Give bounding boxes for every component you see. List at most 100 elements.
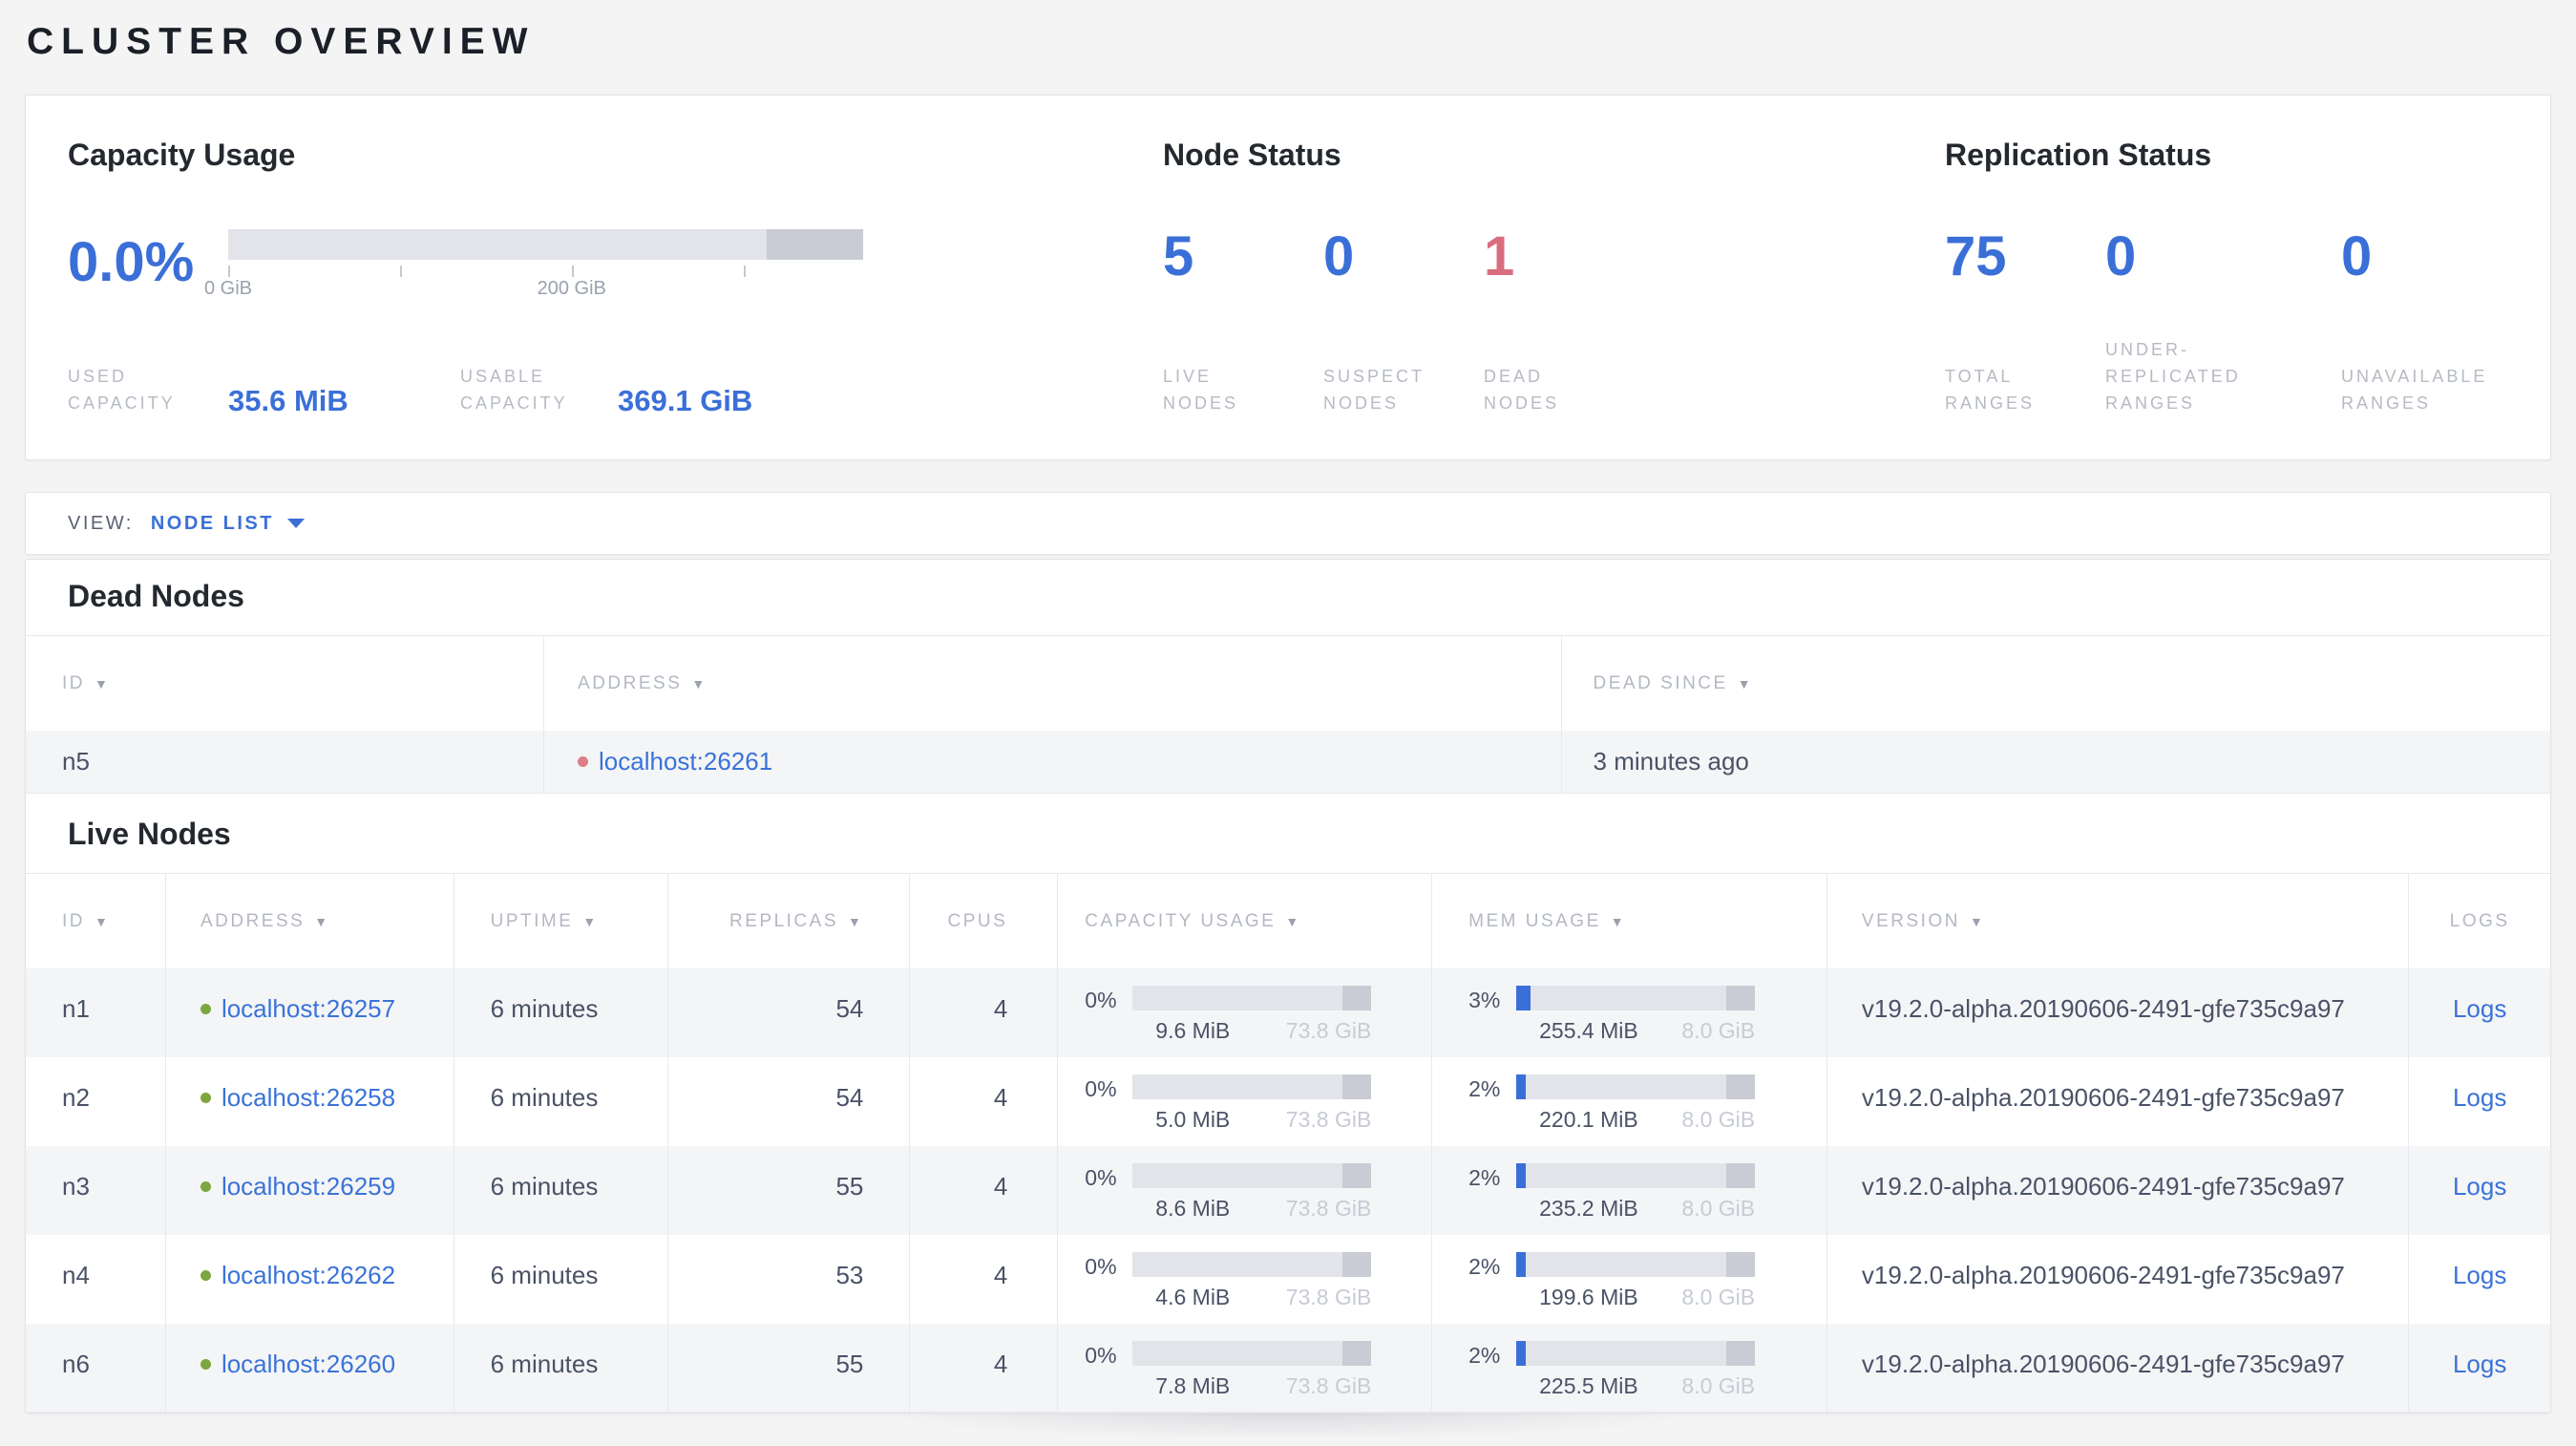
view-dropdown[interactable]: NODE LIST — [151, 513, 305, 535]
memory-usage-bar-other-segment — [1726, 1341, 1756, 1366]
capacity-usage-title: Capacity Usage — [68, 138, 296, 172]
live-nodes-header-address[interactable]: ADDRESS ▼ — [164, 874, 454, 968]
dead-nodes-header-label: DEAD SINCE — [1593, 672, 1728, 693]
capacity-used-value: 9.6 MiB — [1155, 1018, 1231, 1043]
memory-usage-percent: 2% — [1468, 1076, 1501, 1101]
live-nodes-header-capacity[interactable]: CAPACITY USAGE ▼ — [1057, 874, 1431, 968]
live-status-dot-icon — [200, 1359, 211, 1371]
live-node-cell-logs: Logs — [2408, 1235, 2550, 1324]
capacity-usage-bar-other-segment — [1342, 1341, 1372, 1366]
logs-link[interactable]: Logs — [2453, 994, 2506, 1024]
view-label: VIEW: — [68, 512, 134, 534]
live-node-row: n2 localhost:26258 6 minutes 54 4 0% 5.0 MiB 73… — [26, 1057, 2550, 1146]
dead-nodes-header-id[interactable]: ID ▼ — [26, 636, 543, 731]
memory-total-value: 8.0 GiB — [1681, 1285, 1756, 1309]
sort-arrow-icon: ▼ — [1969, 913, 1986, 929]
memory-usage: 2% 225.5 MiB 8.0 GiB — [1468, 1341, 1756, 1398]
memory-usage-bar-fill — [1516, 1341, 1527, 1366]
capacity-usage: 0% 7.8 MiB 73.8 GiB — [1085, 1341, 1372, 1397]
memory-usage-bar-fill — [1516, 1163, 1527, 1188]
live-status-dot-icon — [200, 1270, 211, 1282]
node-address-link[interactable]: localhost:26261 — [599, 747, 772, 776]
memory-usage: 2% 235.2 MiB 8.0 GiB — [1468, 1163, 1756, 1220]
live-node-cell-memory: 3% 255.4 MiB 8.0 GiB — [1431, 968, 1826, 1057]
live-nodes-header-logs: LOGS — [2408, 874, 2550, 968]
capacity-usage-bar-col: 4.6 MiB 73.8 GiB — [1132, 1252, 1372, 1308]
memory-usage-bar — [1516, 1163, 1756, 1188]
logs-link[interactable]: Logs — [2453, 1261, 2506, 1290]
capacity-usage-bar-other-segment — [1342, 1074, 1372, 1099]
live-nodes-table-header: ID ▼ ADDRESS ▼ UPTIME ▼ REPLICAS ▼ CPUS CAPACITY … — [26, 873, 2550, 968]
live-nodes-header-version[interactable]: VERSION ▼ — [1826, 874, 2408, 968]
node-address-link[interactable]: localhost:26258 — [222, 1083, 395, 1113]
memory-usage-bar — [1516, 1252, 1756, 1277]
logs-link[interactable]: Logs — [2453, 1172, 2506, 1201]
dead-node-row: n5 localhost:26261 3 minutes ago — [26, 731, 2550, 794]
live-node-row: n6 localhost:26260 6 minutes 55 4 0% 7.8 MiB 73… — [26, 1324, 2550, 1413]
axis-tick — [571, 266, 574, 277]
capacity-usage: 0% 5.0 MiB 73.8 GiB — [1085, 1074, 1372, 1131]
live-nodes-header-replicas[interactable]: REPLICAS ▼ — [666, 874, 910, 968]
node-address-link[interactable]: localhost:26259 — [222, 1172, 395, 1201]
sort-arrow-icon: ▼ — [95, 913, 111, 929]
live-node-cell-logs: Logs — [2408, 968, 2550, 1057]
live-nodes-header-uptime[interactable]: UPTIME ▼ — [453, 874, 667, 968]
capacity-usage-bar-col: 5.0 MiB 73.8 GiB — [1132, 1074, 1372, 1131]
memory-total-value: 8.0 GiB — [1681, 1373, 1756, 1398]
capacity-stat-value: 369.1 GiB — [618, 384, 753, 418]
axis-tick — [400, 266, 403, 277]
capacity-bar-axis: 0 GiB 200 GiB — [204, 260, 863, 299]
memory-used-value: 225.5 MiB — [1539, 1373, 1638, 1398]
node-status-stat-label-line: LIVE — [1163, 367, 1213, 387]
dead-node-cell-dead_since: 3 minutes ago — [1560, 731, 2550, 793]
node-status-stat-value: 1 — [1484, 225, 1515, 287]
node-status-stat: 1 DEAD NODES — [1484, 174, 1644, 417]
live-nodes-header-label: MEM USAGE — [1468, 910, 1601, 931]
page-title: CLUSTER OVERVIEW — [27, 21, 536, 62]
node-address-link[interactable]: localhost:26257 — [222, 994, 395, 1024]
node-status-stat-label-line: SUSPECT — [1323, 367, 1425, 387]
live-nodes-header-memory[interactable]: MEM USAGE ▼ — [1431, 874, 1826, 968]
memory-usage-percent: 2% — [1468, 1165, 1501, 1190]
memory-used-value: 199.6 MiB — [1539, 1285, 1638, 1309]
memory-usage-bar-fill — [1516, 1252, 1527, 1277]
node-address-link[interactable]: localhost:26262 — [222, 1261, 395, 1290]
live-node-cell-replicas: 55 — [666, 1146, 910, 1235]
dead-nodes-header-dead_since[interactable]: DEAD SINCE ▼ — [1560, 636, 2550, 731]
replication-stat-label-line: TOTAL — [1945, 367, 2014, 387]
capacity-stat-value: 35.6 MiB — [228, 384, 348, 418]
live-nodes-header-label: ADDRESS — [200, 910, 306, 931]
live-node-cell-version: v19.2.0-alpha.20190606-2491-gfe735c9a97 — [1826, 1057, 2408, 1146]
dead-nodes-table: ID ▼ ADDRESS ▼ DEAD SINCE ▼ n5 localhost:26261… — [26, 635, 2550, 794]
node-status-section: Node Status 5 LIVE NODES 0 SUSPECT NODES 1 DEAD… — [1163, 136, 1945, 417]
capacity-total-value: 73.8 GiB — [1285, 1018, 1372, 1043]
dead-nodes-header-address[interactable]: ADDRESS ▼ — [543, 636, 1561, 731]
dead-nodes-table-header: ID ▼ ADDRESS ▼ DEAD SINCE ▼ — [26, 635, 2550, 731]
live-node-row: n3 localhost:26259 6 minutes 55 4 0% 8.6 MiB 73… — [26, 1146, 2550, 1235]
memory-total-value: 8.0 GiB — [1681, 1018, 1756, 1043]
node-address-link[interactable]: localhost:26260 — [222, 1350, 395, 1379]
memory-used-value: 255.4 MiB — [1539, 1018, 1638, 1043]
memory-usage-bar-col: 199.6 MiB 8.0 GiB — [1516, 1252, 1756, 1309]
logs-link[interactable]: Logs — [2453, 1083, 2506, 1113]
replication-stat-value: 0 — [2105, 225, 2137, 287]
live-nodes-header-id[interactable]: ID ▼ — [26, 874, 165, 968]
dropdown-caret-icon — [286, 519, 305, 528]
live-node-cell-cpus: 4 — [909, 968, 1057, 1057]
memory-usage: 2% 199.6 MiB 8.0 GiB — [1468, 1252, 1756, 1309]
capacity-used-value: 8.6 MiB — [1155, 1196, 1231, 1221]
node-address: localhost:26259 — [200, 1172, 395, 1201]
live-node-cell-cpus: 4 — [909, 1057, 1057, 1146]
overview-summary-card: Capacity Usage 0.0% 0 GiB 200 GiB USED CAP… — [25, 95, 2551, 460]
logs-link[interactable]: Logs — [2453, 1350, 2506, 1379]
node-status-stat-value: 0 — [1323, 225, 1355, 287]
capacity-usage-values: 5.0 MiB 73.8 GiB — [1132, 1109, 1371, 1131]
live-node-cell-capacity: 0% 9.6 MiB 73.8 GiB — [1057, 968, 1431, 1057]
capacity-usage: 0% 9.6 MiB 73.8 GiB — [1085, 986, 1372, 1043]
replication-status-stats: 75 TOTAL RANGES 0 UNDER- REPLICATED RANGES 0 UNA… — [1945, 174, 2550, 417]
capacity-usage-percent: 0% — [1085, 1076, 1117, 1101]
live-nodes-table-body: n1 localhost:26257 6 minutes 54 4 0% 9.6 MiB 73… — [26, 968, 2550, 1413]
capacity-usage: 0% 8.6 MiB 73.8 GiB — [1085, 1163, 1372, 1221]
node-status-stats: 5 LIVE NODES 0 SUSPECT NODES 1 DEAD NODES — [1163, 174, 1945, 417]
live-node-cell-id: n1 — [62, 994, 90, 1023]
